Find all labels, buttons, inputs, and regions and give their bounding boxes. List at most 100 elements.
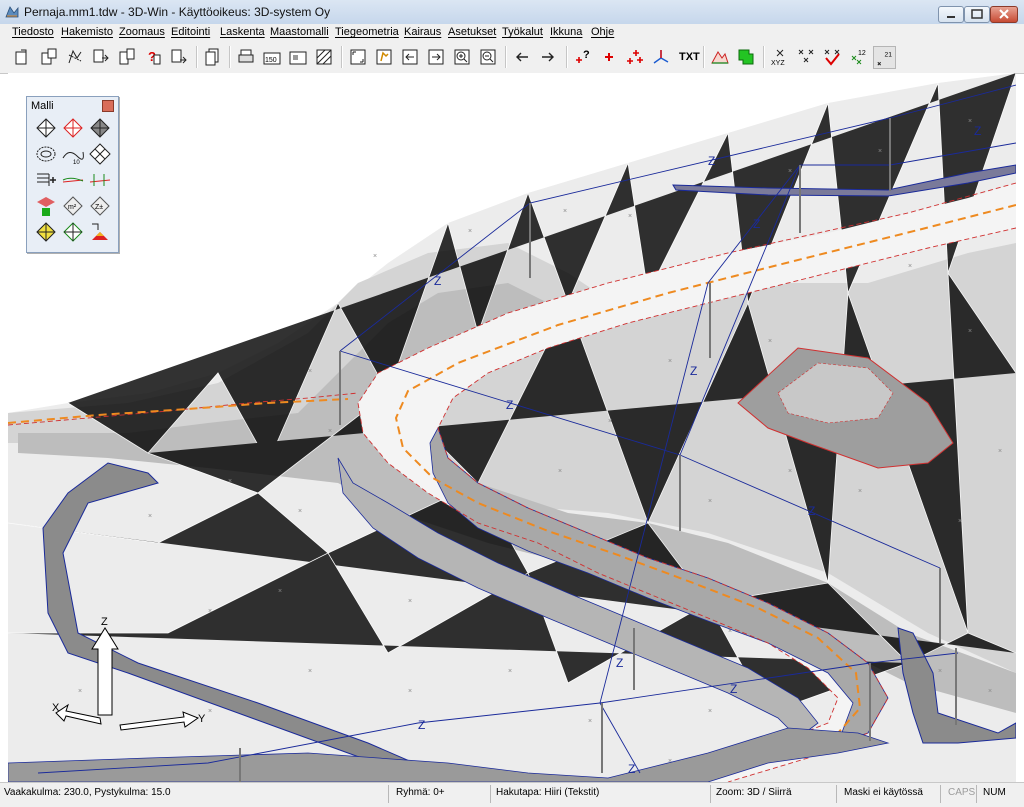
tin-color-icon[interactable] — [88, 220, 112, 244]
height-z-icon[interactable]: Z± — [88, 194, 112, 218]
app-icon — [5, 6, 19, 18]
add-point-icon[interactable] — [598, 46, 620, 68]
menu-ohje[interactable]: Ohje — [591, 26, 614, 38]
help-query-icon[interactable]: ? — [142, 46, 164, 68]
svg-text:×: × — [878, 148, 882, 155]
page-icon[interactable] — [287, 46, 309, 68]
arrow-right-icon[interactable] — [537, 46, 559, 68]
svg-text:150: 150 — [265, 57, 277, 64]
close-file-icon[interactable] — [168, 46, 190, 68]
svg-text:Z: Z — [974, 124, 981, 138]
zoom-prev-icon[interactable] — [399, 46, 421, 68]
menu-asetukset[interactable]: Asetukset — [448, 26, 496, 38]
terrain-icon[interactable] — [709, 46, 731, 68]
svg-text:Z: Z — [730, 682, 737, 696]
print-icon[interactable] — [235, 46, 257, 68]
menu-zoomaus[interactable]: Zoomaus — [119, 26, 165, 38]
svg-text:×: × — [328, 428, 332, 435]
menu-hakemisto[interactable]: Hakemisto — [61, 26, 113, 38]
breakline-icon[interactable] — [34, 168, 58, 192]
contour-icon[interactable] — [34, 142, 58, 166]
scale-icon[interactable]: 150 — [261, 46, 283, 68]
axis-label-x: X — [52, 702, 60, 714]
menu-maastomalli[interactable]: Maastomalli — [270, 26, 329, 38]
svg-text:XYZ: XYZ — [771, 60, 785, 67]
zoom-in-icon[interactable] — [451, 46, 473, 68]
svg-text:×: × — [408, 598, 412, 605]
open-icon[interactable] — [12, 46, 34, 68]
axis-icon[interactable] — [650, 46, 672, 68]
window-title: Pernaja.mm1.tdw - 3D-Win - Käyttöoikeus:… — [24, 5, 331, 19]
corner-icon[interactable]: 21 — [873, 46, 896, 69]
menu-tiegeometria[interactable]: Tiegeometria — [335, 26, 399, 38]
close-button[interactable] — [990, 6, 1018, 23]
zoom-next-icon[interactable] — [425, 46, 447, 68]
svg-text:×: × — [608, 418, 612, 425]
svg-text:21: 21 — [885, 52, 893, 59]
model-viewport[interactable]: × × × × × × × × × × × × × × × × × × × × × × × × × × × × × × × × … — [8, 73, 1016, 782]
pan-icon[interactable] — [373, 46, 395, 68]
export-icon[interactable] — [90, 46, 112, 68]
text-button[interactable]: TXT — [679, 51, 700, 63]
save-as-icon[interactable] — [64, 46, 86, 68]
svg-text:×: × — [988, 688, 992, 695]
model-palette: Malli 10 m² Z± — [26, 96, 119, 253]
minimize-button[interactable] — [938, 6, 964, 23]
palette-close-button[interactable] — [102, 100, 114, 112]
check-points-icon[interactable] — [821, 46, 843, 68]
status-search-mode: Hakutapa: Hiiri (Tekstit) — [496, 787, 600, 798]
label-icon[interactable] — [735, 46, 757, 68]
arrow-left-icon[interactable] — [511, 46, 533, 68]
menu-laskenta[interactable]: Laskenta — [220, 26, 265, 38]
point-xyz-icon[interactable]: XYZ — [769, 46, 791, 68]
terrain-3d-view[interactable]: ×××× ××× × ×× ×× × ××× ×××× ×× ×× ×× ×× × ××× … — [8, 73, 1016, 782]
profile-icon[interactable] — [61, 168, 85, 192]
menu-tiedosto[interactable]: Tiedosto — [12, 26, 54, 38]
axis-label-y: Y — [198, 713, 206, 725]
svg-text:Z: Z — [628, 762, 635, 776]
save-icon[interactable] — [38, 46, 60, 68]
status-group: Ryhmä: 0+ — [396, 787, 445, 798]
svg-text:×: × — [768, 338, 772, 345]
toolbar-separator — [196, 46, 198, 68]
menu-tyokalut[interactable]: Työkalut — [502, 26, 543, 38]
maximize-button[interactable] — [964, 6, 990, 23]
menu-bar: Tiedosto Hakemisto Zoomaus Editointi Las… — [0, 24, 1024, 42]
menu-ikkuna[interactable]: Ikkuna — [550, 26, 582, 38]
tin-red-icon[interactable] — [61, 116, 85, 140]
cross-section-icon[interactable] — [88, 168, 112, 192]
tin-green-icon[interactable] — [61, 220, 85, 244]
tin-yellow-icon[interactable] — [34, 220, 58, 244]
contour-interval-icon[interactable]: 10 — [61, 142, 85, 166]
status-divider — [710, 785, 711, 803]
svg-text:×: × — [998, 448, 1002, 455]
svg-text:×: × — [858, 488, 862, 495]
svg-text:×: × — [588, 718, 592, 725]
status-caps: CAPS — [948, 787, 976, 798]
svg-text:12: 12 — [858, 50, 866, 57]
zoom-out-icon[interactable] — [477, 46, 499, 68]
grid-points-icon[interactable] — [795, 46, 817, 68]
zoom-extents-icon[interactable] — [347, 46, 369, 68]
menu-editointi[interactable]: Editointi — [171, 26, 210, 38]
svg-text:?: ? — [583, 49, 590, 61]
import-icon[interactable] — [116, 46, 138, 68]
svg-text:×: × — [563, 208, 567, 215]
multi-point-icon[interactable] — [624, 46, 646, 68]
copy-icon[interactable] — [202, 46, 224, 68]
volume-icon[interactable] — [34, 194, 58, 218]
area-m2-icon[interactable]: m² — [61, 194, 85, 218]
status-bar: Vaakakulma: 230.0, Pystykulma: 15.0 Ryhm… — [0, 782, 1024, 807]
svg-text:×: × — [408, 688, 412, 695]
svg-text:×: × — [308, 368, 312, 375]
menu-kairaus[interactable]: Kairaus — [404, 26, 441, 38]
svg-text:×: × — [278, 588, 282, 595]
height-points-icon[interactable]: 12 — [847, 46, 869, 68]
svg-text:×: × — [148, 513, 152, 520]
tin-model-icon[interactable] — [34, 116, 58, 140]
svg-text:m²: m² — [68, 204, 77, 211]
hatch-icon[interactable] — [313, 46, 335, 68]
tin-shaded-icon[interactable] — [88, 116, 112, 140]
grid-model-icon[interactable] — [88, 142, 112, 166]
point-query-icon[interactable]: ? — [572, 46, 594, 68]
